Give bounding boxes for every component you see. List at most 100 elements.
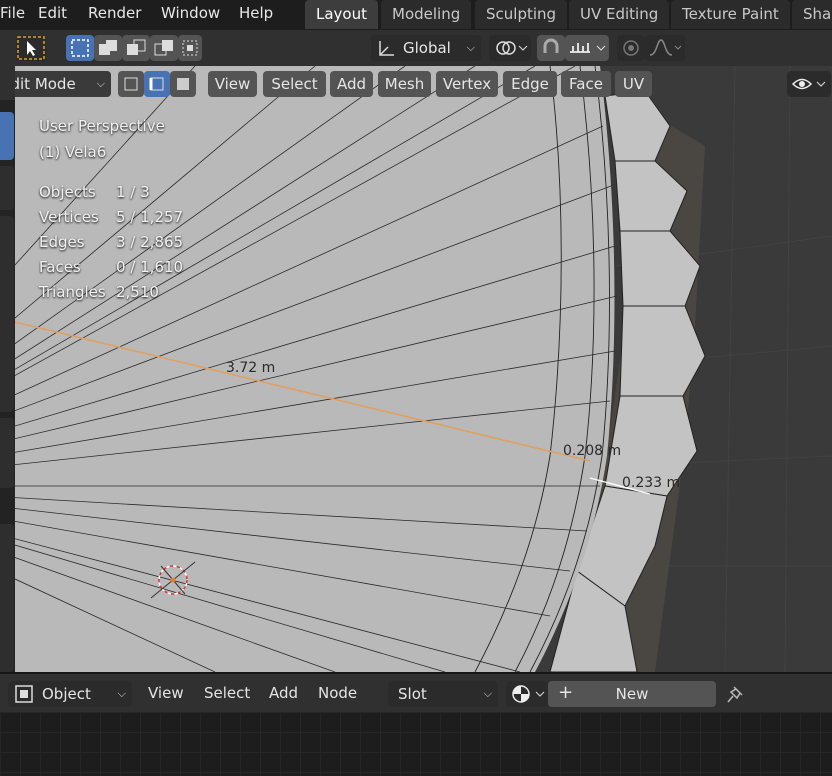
tab-texture-paint[interactable]: Texture Paint — [671, 0, 790, 29]
edge-length-label: 0.233 m — [622, 475, 681, 491]
stat-faces-value: 0 / 1,610 — [116, 258, 184, 276]
tab-shading[interactable]: Shad — [792, 0, 832, 29]
menu-edge[interactable]: Edge — [503, 71, 557, 97]
chevron-down-icon: ⌵ — [117, 687, 126, 700]
eye-icon — [791, 78, 826, 90]
top-menu-bar: File Edit Render Window Help Layout Mode… — [0, 0, 832, 30]
menu-file[interactable]: File — [0, 2, 25, 26]
node-menu-node[interactable]: Node — [318, 684, 357, 702]
select-invert-button[interactable] — [150, 35, 178, 61]
vertex-select-mode[interactable] — [118, 71, 144, 97]
menu-mesh[interactable]: Mesh — [378, 71, 431, 97]
orientation-axes-icon — [379, 41, 394, 56]
stat-vertices-label: Vertices — [39, 208, 99, 226]
shader-editor-canvas[interactable] — [0, 712, 832, 776]
select-invert-icon — [154, 40, 173, 56]
tab-sculpting[interactable]: Sculpting — [475, 0, 568, 29]
chevron-down-icon: ⌵ — [466, 41, 475, 54]
pin-icon — [727, 686, 743, 703]
stat-faces-label: Faces — [39, 258, 81, 276]
proportional-edit-icon — [623, 40, 639, 56]
node-menu-select[interactable]: Select — [204, 684, 250, 702]
active-tool-button[interactable] — [16, 35, 46, 61]
tool-annotate-group[interactable] — [0, 418, 14, 488]
chevron-down-icon: ⌵ — [483, 687, 492, 700]
edge-select-icon — [149, 77, 164, 91]
snap-toggle[interactable] — [537, 35, 565, 61]
pin-button[interactable] — [725, 684, 749, 706]
material-sphere-icon — [512, 685, 545, 703]
menu-select[interactable]: Select — [263, 71, 326, 97]
node-menu-view[interactable]: View — [148, 684, 184, 702]
stat-edges-value: 3 / 2,865 — [116, 233, 184, 251]
tab-uv-editing[interactable]: UV Editing — [569, 0, 670, 29]
stat-objects-value: 1 / 3 — [116, 183, 150, 201]
proportional-edit-toggle[interactable] — [617, 35, 645, 61]
slot-label: Slot — [398, 685, 427, 703]
chevron-down-icon: ⌵ — [96, 77, 105, 90]
view-name: User Perspective — [39, 117, 165, 135]
falloff-curve-icon — [649, 39, 682, 56]
object-name: (1) Vela6 — [39, 143, 107, 161]
left-toolbar — [0, 100, 15, 672]
edge-select-mode[interactable] — [144, 71, 170, 97]
menu-render[interactable]: Render — [88, 2, 141, 26]
node-menu-add[interactable]: Add — [269, 684, 298, 702]
mode-dropdown[interactable]: Edit Mode ⌵ — [15, 71, 111, 97]
select-new-button[interactable] — [66, 35, 94, 61]
face-select-icon — [177, 78, 189, 90]
falloff-dropdown[interactable] — [645, 35, 685, 61]
3d-viewport[interactable]: Edit Mode ⌵ View Select Add Mesh Vertex … — [15, 66, 832, 672]
magnet-icon — [543, 38, 559, 53]
transform-orientation-dropdown[interactable]: Global ⌵ — [371, 35, 481, 61]
tab-modeling[interactable]: Modeling — [381, 0, 472, 29]
tool-transform-group[interactable] — [0, 216, 14, 412]
select-extend-button[interactable] — [94, 35, 122, 61]
tool-cursor[interactable] — [0, 166, 14, 210]
face-select-mode[interactable] — [170, 71, 196, 97]
object-type-dropdown[interactable]: Object ⌵ — [8, 681, 132, 707]
select-cursor-icon — [17, 36, 45, 60]
select-intersect-icon — [182, 40, 198, 56]
pivot-icon — [496, 41, 528, 55]
tool-edit-group[interactable] — [0, 524, 14, 672]
plus-icon: + — [558, 682, 574, 703]
menu-face[interactable]: Face — [561, 71, 611, 97]
select-intersect-button[interactable] — [178, 35, 202, 61]
pivot-point-dropdown[interactable] — [489, 35, 531, 61]
tab-layout[interactable]: Layout — [305, 0, 378, 29]
stat-vertices-value: 5 / 1,257 — [116, 208, 184, 226]
tool-settings-bar: Global ⌵ — [0, 30, 832, 66]
menu-view[interactable]: View — [208, 71, 257, 97]
material-browse-button[interactable] — [506, 681, 548, 707]
menu-window[interactable]: Window — [161, 2, 220, 26]
object-type-label: Object — [42, 685, 91, 703]
snap-target-dropdown[interactable] — [565, 35, 609, 61]
stat-triangles-label: Triangles — [39, 283, 106, 301]
mesh-canvas — [15, 66, 832, 672]
vertex-select-icon — [124, 77, 138, 91]
stat-edges-label: Edges — [39, 233, 85, 251]
object-icon — [15, 685, 33, 703]
transform-orientation-label: Global — [403, 39, 451, 57]
tool-select-box[interactable] — [0, 112, 14, 160]
menu-add[interactable]: Add — [330, 71, 373, 97]
mode-label: Edit Mode — [15, 75, 76, 93]
edge-length-label: 0.208 m — [563, 443, 622, 459]
menu-help[interactable]: Help — [239, 2, 273, 26]
slot-dropdown[interactable]: Slot ⌵ — [388, 681, 498, 707]
menu-edit[interactable]: Edit — [38, 2, 67, 26]
select-extend-icon — [99, 40, 117, 55]
edge-length-label: 3.72 m — [226, 360, 276, 376]
select-subtract-button[interactable] — [122, 35, 150, 61]
stat-triangles-value: 2,510 — [116, 283, 159, 301]
menu-vertex[interactable]: Vertex — [436, 71, 498, 97]
menu-uv[interactable]: UV — [615, 71, 652, 97]
snap-increment-icon — [570, 43, 606, 53]
new-material-label: New — [615, 685, 649, 703]
new-material-button[interactable]: + New — [548, 681, 716, 707]
select-subtract-icon — [127, 39, 146, 55]
select-box-icon — [71, 39, 89, 57]
visibility-dropdown[interactable] — [787, 71, 831, 97]
stat-objects-label: Objects — [39, 183, 96, 201]
